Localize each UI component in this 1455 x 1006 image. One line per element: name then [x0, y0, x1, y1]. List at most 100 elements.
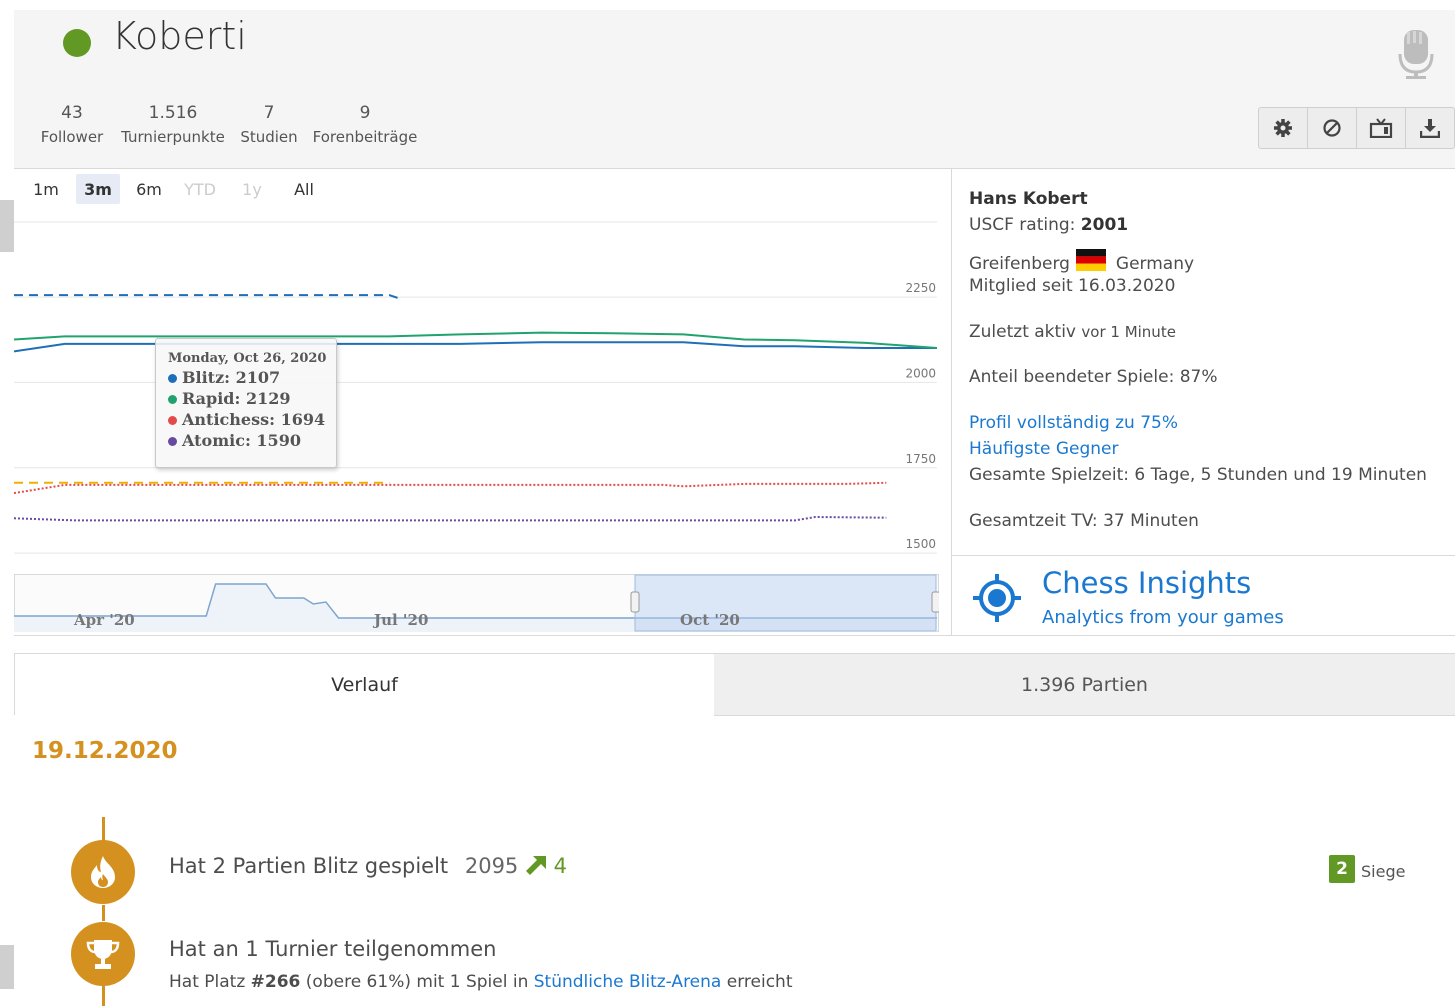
timeline-connector — [102, 817, 105, 841]
stat-label: Turnierpunkte — [121, 128, 225, 146]
tooltip-value: Antichess: 1694 — [182, 410, 326, 429]
tooltip-row-atomic: Atomic: 1590 — [156, 429, 336, 450]
detail-text: erreicht — [721, 972, 793, 992]
timeline-entry-icon — [71, 922, 135, 986]
tooltip-value: Atomic: 1590 — [182, 431, 301, 450]
tooltip-value: Rapid: 2129 — [182, 389, 291, 408]
watch-tv-button[interactable] — [1356, 108, 1405, 148]
left-edge-fragment — [0, 945, 14, 989]
left-edge-fragment — [0, 200, 14, 252]
navigator-handle — [931, 591, 939, 613]
tournament-link[interactable]: Stündliche Blitz-Arena — [534, 972, 722, 992]
y-tick-label: 2250 — [905, 281, 936, 295]
target-icon[interactable] — [972, 573, 1022, 623]
series-line-blitz — [14, 341, 937, 353]
chess-insights-link[interactable]: Chess Insights — [1042, 566, 1251, 600]
stat-value: 7 — [263, 103, 275, 123]
completion-rate: Anteil beendeter Spiele: 87% — [969, 367, 1218, 387]
tournament-detail: Hat Platz #266 (obere 61%) mit 1 Spiel i… — [169, 972, 792, 992]
range-all-button[interactable]: All — [282, 174, 326, 204]
tab-games[interactable]: 1.396 Partien — [714, 653, 1455, 716]
series-line-antichess — [14, 481, 887, 495]
entry-text: Hat 2 Partien Blitz gespielt — [169, 854, 449, 878]
tournament-rank: #266 — [250, 972, 301, 992]
tooltip-row-antichess: Antichess: 1694 — [156, 408, 336, 429]
block-button[interactable] — [1307, 108, 1356, 148]
stat-tournament-points[interactable]: 1.516 Turnierpunkte — [118, 103, 228, 146]
range-3m-button[interactable]: 3m — [76, 174, 120, 204]
location-city: Greifenberg — [969, 254, 1070, 274]
navigator-handle — [630, 591, 640, 613]
entry-rating: 2095 — [464, 854, 519, 878]
timeline-entry-icon — [71, 840, 135, 904]
y-tick-label: 1500 — [905, 537, 936, 551]
range-1y-button: 1y — [242, 179, 262, 199]
microphone-icon[interactable] — [1396, 28, 1436, 80]
tooltip-value: Blitz: 2107 — [182, 368, 281, 387]
stat-forum-posts[interactable]: 9 Forenbeiträge — [311, 103, 419, 146]
trophy-icon — [86, 940, 120, 969]
stat-value: 1.516 — [148, 103, 198, 123]
stat-label: Follower — [40, 128, 104, 146]
frequent-opponents-link[interactable]: Häufigste Gegner — [969, 439, 1119, 459]
member-since: Mitglied seit 16.03.2020 — [969, 276, 1176, 296]
stat-value: 43 — [61, 103, 83, 123]
total-tv-time: Gesamtzeit TV: 37 Minuten — [969, 511, 1199, 531]
range-ytd-button: YTD — [184, 179, 216, 199]
profile-actions — [1258, 107, 1455, 149]
uscf-value: 2001 — [1080, 215, 1129, 235]
tooltip-row-rapid: Rapid: 2129 — [156, 387, 336, 408]
rating-history-chart[interactable]: 1500 1750 2000 2250 — [14, 205, 937, 560]
divider — [951, 555, 1455, 556]
last-active-value: vor 1 Minute — [1081, 323, 1176, 341]
export-games-button[interactable] — [1405, 108, 1454, 148]
chart-navigator[interactable]: Apr '20 Jul '20 Oct '20 — [14, 574, 939, 632]
series-dot-icon — [168, 416, 177, 425]
tv-icon — [1369, 118, 1393, 138]
stat-followers[interactable]: 43 Follower — [40, 103, 104, 146]
gear-icon — [1274, 119, 1292, 137]
player-location: Greifenberg Germany — [969, 249, 1194, 274]
uscf-label: USCF rating: — [969, 215, 1076, 235]
chart-tooltip: Monday, Oct 26, 2020 Blitz: 2107 Rapid: … — [155, 338, 337, 468]
block-icon — [1323, 119, 1341, 137]
rating-up-arrow-icon — [525, 856, 546, 875]
stat-value: 9 — [359, 103, 371, 123]
stat-label: Studien — [240, 128, 298, 146]
navigator-date-label: Jul '20 — [372, 611, 428, 629]
series-dot-icon — [168, 395, 177, 404]
username-title: Koberti — [112, 14, 247, 58]
range-6m-button[interactable]: 6m — [127, 174, 171, 204]
navigator-date-label: Oct '20 — [680, 611, 740, 629]
online-status-icon — [63, 29, 91, 57]
navigator-date-label: Apr '20 — [73, 611, 135, 629]
stat-label: Forenbeiträge — [312, 128, 418, 146]
total-playtime: Gesamte Spielzeit: 6 Tage, 5 Stunden und… — [969, 465, 1427, 485]
wins-count-badge: 2 — [1329, 855, 1355, 883]
detail-text: Hat Platz — [169, 972, 251, 992]
tooltip-date: Monday, Oct 26, 2020 — [168, 351, 327, 366]
series-dot-icon — [168, 374, 177, 383]
range-1m-button[interactable]: 1m — [24, 174, 68, 204]
uscf-rating: USCF rating: 2001 — [969, 215, 1128, 235]
germany-flag-icon — [1075, 249, 1106, 271]
last-active-label: Zuletzt aktiv — [969, 322, 1076, 342]
entry-rating-change: 4 — [553, 854, 568, 878]
timeline-entry-tournament: Hat an 1 Turnier teilgenommen — [169, 937, 497, 961]
last-active: Zuletzt aktiv vor 1 Minute — [969, 322, 1176, 342]
wins-label: Siege — [1361, 862, 1406, 881]
location-country: Germany — [1115, 254, 1195, 274]
player-full-name: Hans Kobert — [969, 189, 1088, 209]
stat-studies[interactable]: 7 Studien — [238, 103, 300, 146]
profile-completion-link[interactable]: Profil vollständig zu 75% — [969, 413, 1178, 433]
timeline-date: 19.12.2020 — [32, 738, 178, 764]
settings-button[interactable] — [1259, 108, 1307, 148]
timeline-connector — [102, 986, 105, 1006]
tab-activity[interactable]: Verlauf — [14, 653, 715, 715]
fire-icon — [91, 856, 115, 888]
chess-insights-subtitle[interactable]: Analytics from your games — [1042, 607, 1284, 628]
tooltip-row-blitz: Blitz: 2107 — [156, 366, 336, 387]
series-dot-icon — [168, 437, 177, 446]
series-line-atomic — [14, 515, 887, 522]
timeline-connector — [102, 905, 105, 921]
